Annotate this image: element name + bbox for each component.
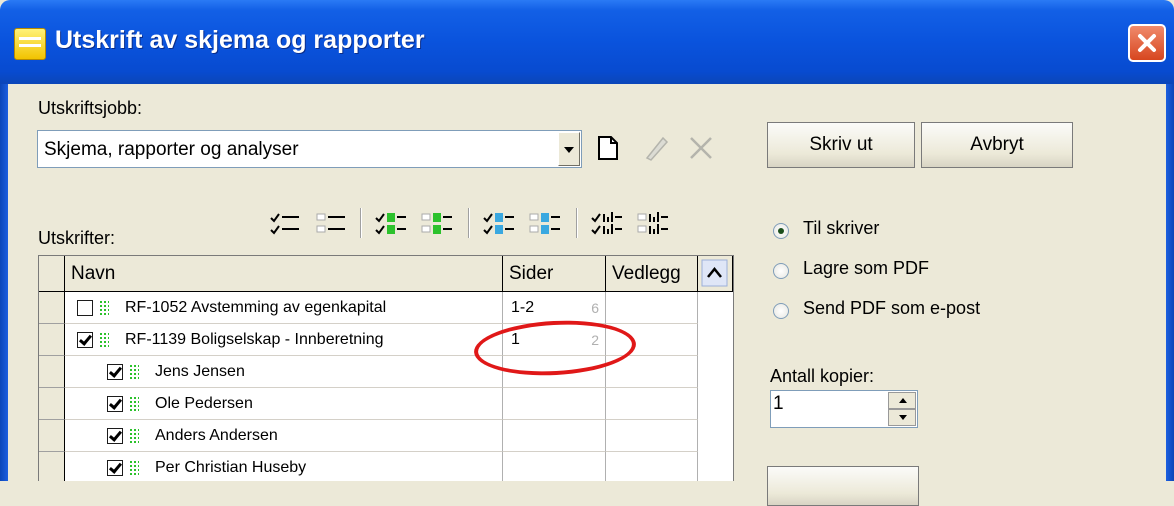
uncheck-all-icon[interactable] <box>315 210 347 240</box>
form-status-icon <box>99 332 109 348</box>
row-name-cell[interactable]: Anders Andersen <box>65 420 503 452</box>
radio-label-send-pdf-email[interactable]: Send PDF som e-post <box>803 298 980 319</box>
row-attachments-cell[interactable] <box>606 452 698 481</box>
copies-stepper[interactable]: 1 <box>770 390 918 428</box>
printouts-label: Utskrifter: <box>38 228 116 248</box>
form-status-icon <box>129 460 139 476</box>
row-pages: 1-2 <box>511 299 535 316</box>
row-pages-cell[interactable]: 1-2 6 <box>503 292 606 324</box>
radio-label-save-pdf[interactable]: Lagre som PDF <box>803 258 929 279</box>
table-row[interactable]: Jens Jensen <box>39 356 733 388</box>
row-attachments-cell[interactable] <box>606 388 698 420</box>
window-title: Utskrift av skjema og rapporter <box>55 26 425 54</box>
more-button[interactable] <box>767 466 919 506</box>
row-checkbox[interactable] <box>107 428 123 444</box>
uncheck-all-analyses-icon[interactable] <box>636 210 670 240</box>
table-row[interactable]: Per Christian Huseby <box>39 452 733 481</box>
form-status-icon <box>129 396 139 412</box>
close-button[interactable] <box>1128 24 1166 62</box>
print-button[interactable]: Skriv ut <box>767 122 915 168</box>
row-checkbox[interactable] <box>107 460 123 476</box>
toolbar-separator <box>468 208 470 238</box>
row-pages-cell[interactable] <box>503 388 606 420</box>
form-status-icon <box>129 364 139 380</box>
row-indicator[interactable] <box>39 452 65 481</box>
table-row[interactable]: Ole Pedersen <box>39 388 733 420</box>
radio-save-pdf[interactable] <box>773 263 789 279</box>
row-attachments-cell[interactable] <box>606 292 698 324</box>
app-icon <box>14 28 46 60</box>
row-indicator[interactable] <box>39 420 65 452</box>
row-name: Per Christian Huseby <box>155 459 307 476</box>
uncheck-all-forms-icon[interactable] <box>420 210 454 240</box>
radio-to-printer[interactable] <box>773 223 789 239</box>
spin-up-icon[interactable] <box>888 392 916 409</box>
row-name: RF-1052 Avstemming av egenkapital <box>125 299 387 316</box>
toolbar-separator <box>576 208 578 238</box>
form-status-icon <box>129 428 139 444</box>
chevron-down-icon[interactable] <box>558 132 580 166</box>
check-all-icon[interactable] <box>269 210 301 240</box>
grid-corner <box>39 256 65 292</box>
row-attachment-count: 6 <box>591 300 599 316</box>
row-name-cell[interactable]: Ole Pedersen <box>65 388 503 420</box>
job-select[interactable]: Skjema, rapporter og analyser <box>37 130 582 168</box>
row-name: Anders Andersen <box>155 427 278 444</box>
radio-label-to-printer[interactable]: Til skriver <box>803 218 879 239</box>
row-checkbox[interactable] <box>107 364 123 380</box>
job-select-value: Skjema, rapporter og analyser <box>44 139 299 160</box>
row-name: Ole Pedersen <box>155 395 253 412</box>
row-indicator[interactable] <box>39 292 65 324</box>
row-name-cell[interactable]: Per Christian Huseby <box>65 452 503 481</box>
spin-down-icon[interactable] <box>888 409 916 426</box>
check-all-forms-icon[interactable] <box>374 210 408 240</box>
row-attachments-cell[interactable] <box>606 420 698 452</box>
column-header-attachments[interactable]: Vedlegg <box>606 256 698 292</box>
table-row[interactable]: RF-1052 Avstemming av egenkapital 1-2 6 <box>39 292 733 324</box>
row-pages-cell[interactable] <box>503 452 606 481</box>
window-frame-left <box>0 84 8 481</box>
row-name-cell[interactable]: RF-1139 Boligselskap - Innberetning <box>65 324 503 356</box>
check-all-analyses-icon[interactable] <box>590 210 624 240</box>
row-checkbox[interactable] <box>77 332 93 348</box>
check-all-reports-icon[interactable] <box>482 210 516 240</box>
close-icon <box>1138 34 1156 52</box>
form-status-icon <box>99 300 109 316</box>
table-row[interactable]: Anders Andersen <box>39 420 733 452</box>
chevron-up-icon <box>701 259 728 287</box>
toolbar-separator <box>360 208 362 238</box>
delete-icon[interactable] <box>688 135 714 161</box>
row-checkbox[interactable] <box>107 396 123 412</box>
scroll-up-button[interactable] <box>698 256 733 292</box>
row-pages-cell[interactable] <box>503 420 606 452</box>
row-name-cell[interactable]: RF-1052 Avstemming av egenkapital <box>65 292 503 324</box>
copies-value: 1 <box>773 393 784 414</box>
print-dialog: Utskrift av skjema og rapporter Utskrift… <box>0 0 1174 506</box>
cancel-button[interactable]: Avbryt <box>921 122 1073 168</box>
row-indicator[interactable] <box>39 324 65 356</box>
edit-pencil-icon[interactable] <box>641 134 669 162</box>
title-bar[interactable]: Utskrift av skjema og rapporter <box>0 0 1174 84</box>
row-checkbox[interactable] <box>77 300 93 316</box>
copies-label: Antall kopier: <box>770 366 875 386</box>
new-document-icon[interactable] <box>597 135 619 161</box>
column-header-pages[interactable]: Sider <box>503 256 606 292</box>
printouts-grid: Navn Sider Vedlegg RF-1052 Avstemming av… <box>38 255 734 481</box>
uncheck-all-reports-icon[interactable] <box>528 210 562 240</box>
radio-send-pdf-email[interactable] <box>773 303 789 319</box>
row-name: RF-1139 Boligselskap - Innberetning <box>125 331 384 348</box>
column-header-name[interactable]: Navn <box>65 256 503 292</box>
window-frame-right <box>1166 84 1174 481</box>
row-indicator[interactable] <box>39 356 65 388</box>
row-name: Jens Jensen <box>155 363 245 380</box>
row-indicator[interactable] <box>39 388 65 420</box>
job-label: Utskriftsjobb: <box>38 98 143 118</box>
row-name-cell[interactable]: Jens Jensen <box>65 356 503 388</box>
